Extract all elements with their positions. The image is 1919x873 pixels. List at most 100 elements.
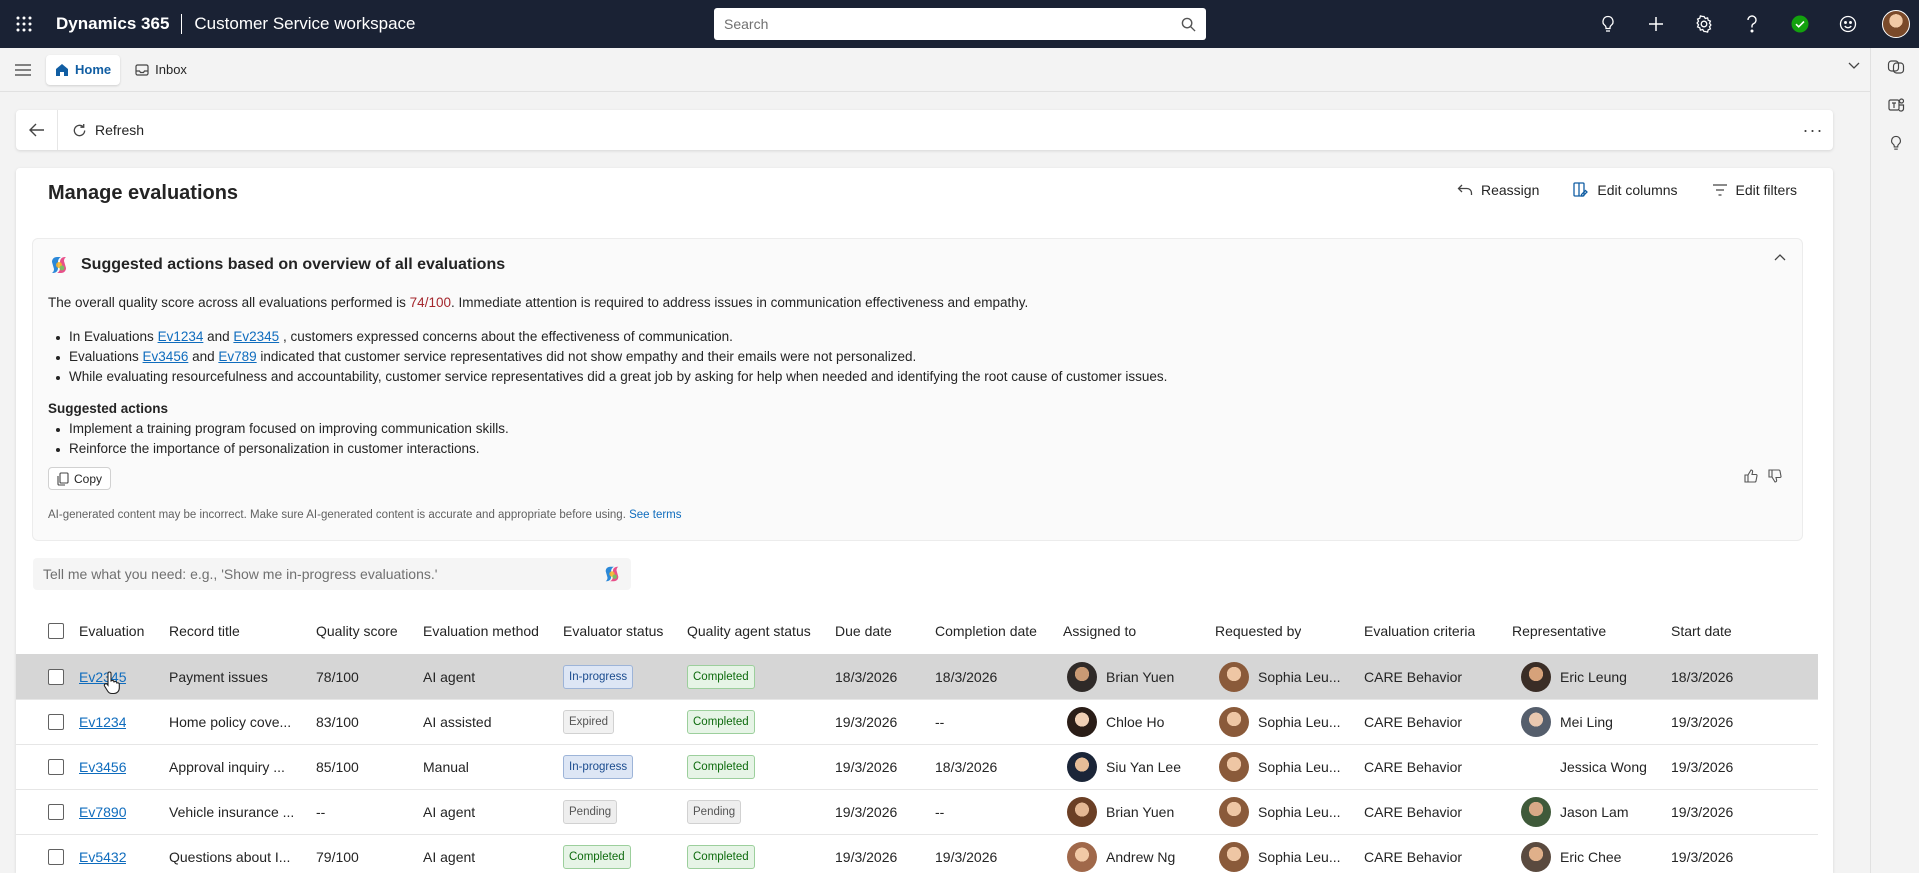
column-header-evaluation-criteria[interactable]: Evaluation criteria <box>1364 608 1475 654</box>
table-row[interactable]: Ev5432 Questions about I... 79/100 AI ag… <box>16 835 1818 873</box>
start-date: 19/3/2026 <box>1671 804 1734 820</box>
column-header-representative[interactable]: Representative <box>1512 608 1606 654</box>
due-date: 18/3/2026 <box>835 669 898 685</box>
column-header-evaluation-method[interactable]: Evaluation method <box>423 608 539 654</box>
tab-inbox[interactable]: Inbox <box>126 55 196 85</box>
evaluator-status-badge: In-progress <box>563 755 634 779</box>
quality-agent-status-badge: Completed <box>687 665 755 689</box>
app-name[interactable]: Dynamics 365 <box>56 14 169 34</box>
finding-text: and <box>203 329 234 344</box>
see-terms-link[interactable]: See terms <box>629 509 681 521</box>
evaluation-id-link[interactable]: Ev1234 <box>79 700 126 744</box>
more-options-button[interactable]: ··· <box>1793 110 1833 150</box>
status-available-icon[interactable] <box>1776 0 1824 48</box>
requested-by: Sophia Leu... <box>1258 714 1341 730</box>
evaluator-status-badge: In-progress <box>563 665 634 689</box>
requested-by: Sophia Leu... <box>1258 759 1341 775</box>
evaluation-id-link[interactable]: Ev3456 <box>79 745 126 789</box>
refresh-label: Refresh <box>95 122 145 138</box>
copy-icon <box>57 471 69 486</box>
title-separator <box>181 14 183 34</box>
requested-by: Sophia Leu... <box>1258 669 1341 685</box>
representative: Jessica Wong <box>1560 759 1647 775</box>
thumbs-up-icon[interactable] <box>1744 469 1758 483</box>
evaluation-id-link[interactable]: Ev5432 <box>79 835 126 873</box>
evaluation-link-ev3456[interactable]: Ev3456 <box>143 349 189 364</box>
natural-language-filter <box>33 558 631 590</box>
thumbs-down-icon[interactable] <box>1768 469 1782 483</box>
completion-date: 18/3/2026 <box>935 669 998 685</box>
column-header-completion-date[interactable]: Completion date <box>935 608 1037 654</box>
table-row[interactable]: Ev1234 Home policy cove... 83/100 AI ass… <box>16 700 1818 745</box>
natural-language-input[interactable] <box>43 566 603 582</box>
row-checkbox[interactable] <box>48 700 64 744</box>
avatar <box>1521 797 1551 827</box>
app-launcher-icon[interactable] <box>0 0 48 48</box>
evaluation-link-ev2345[interactable]: Ev2345 <box>233 329 279 344</box>
evaluation-link-ev789[interactable]: Ev789 <box>218 349 256 364</box>
ai-disclaimer: AI-generated content may be incorrect. M… <box>48 509 682 521</box>
avatar <box>1067 797 1097 827</box>
global-search <box>714 8 1206 40</box>
column-header-start-date[interactable]: Start date <box>1671 608 1732 654</box>
column-header-evaluation[interactable]: Evaluation <box>79 608 144 654</box>
insights-lightbulb-icon[interactable] <box>1871 124 1919 162</box>
copilot-summary-panel: Suggested actions based on overview of a… <box>32 238 1803 541</box>
intro-text: The overall quality score across all eva… <box>48 295 410 310</box>
copy-button[interactable]: Copy <box>48 467 112 490</box>
search-icon[interactable] <box>1181 17 1196 32</box>
edit-filters-button[interactable]: Edit filters <box>1712 182 1797 198</box>
column-header-quality-score[interactable]: Quality score <box>316 608 398 654</box>
requested-by: Sophia Leu... <box>1258 804 1341 820</box>
row-checkbox[interactable] <box>48 835 64 873</box>
row-checkbox[interactable] <box>48 745 64 789</box>
table-row[interactable]: Ev2345 Payment issues 78/100 AI agent In… <box>16 655 1818 700</box>
hamburger-menu-icon[interactable] <box>0 48 46 92</box>
back-button[interactable] <box>16 110 58 150</box>
reassign-label: Reassign <box>1481 182 1540 198</box>
search-input[interactable] <box>724 16 1181 32</box>
reassign-icon <box>1457 184 1473 195</box>
completion-date: 19/3/2026 <box>935 849 998 865</box>
evaluation-method: Manual <box>423 759 469 775</box>
column-header-quality-agent-status[interactable]: Quality agent status <box>687 608 811 654</box>
column-header-due-date[interactable]: Due date <box>835 608 892 654</box>
edit-columns-button[interactable]: Edit columns <box>1573 182 1678 198</box>
start-date: 19/3/2026 <box>1671 714 1734 730</box>
help-icon[interactable] <box>1728 0 1776 48</box>
row-checkbox[interactable] <box>48 655 64 699</box>
lightbulb-icon[interactable] <box>1584 0 1632 48</box>
column-header-record-title[interactable]: Record title <box>169 608 240 654</box>
start-date: 19/3/2026 <box>1671 849 1734 865</box>
chevron-down-icon[interactable] <box>1848 62 1860 70</box>
refresh-button[interactable]: Refresh <box>58 122 158 138</box>
representative: Mei Ling <box>1560 714 1613 730</box>
quality-agent-status-badge: Completed <box>687 845 755 869</box>
row-checkbox[interactable] <box>48 790 64 834</box>
user-profile-avatar[interactable] <box>1872 0 1919 48</box>
plus-icon[interactable] <box>1632 0 1680 48</box>
feedback-smiley-icon[interactable] <box>1824 0 1872 48</box>
evaluation-id-link[interactable]: Ev7890 <box>79 790 126 834</box>
copilot-chat-icon[interactable] <box>1871 48 1919 86</box>
table-row[interactable]: Ev7890 Vehicle insurance ... -- AI agent… <box>16 790 1818 835</box>
evaluation-link-ev1234[interactable]: Ev1234 <box>158 329 204 344</box>
copilot-logo-icon[interactable] <box>603 565 621 583</box>
column-header-assigned-to[interactable]: Assigned to <box>1063 608 1136 654</box>
table-row[interactable]: Ev3456 Approval inquiry ... 85/100 Manua… <box>16 745 1818 790</box>
chevron-up-icon[interactable] <box>1774 253 1786 261</box>
start-date: 18/3/2026 <box>1671 669 1734 685</box>
settings-gear-icon[interactable] <box>1680 0 1728 48</box>
arrow-left-icon <box>28 123 44 137</box>
select-all-checkbox[interactable] <box>48 608 64 654</box>
record-title: Questions about I... <box>169 849 291 865</box>
reassign-button[interactable]: Reassign <box>1457 182 1539 198</box>
evaluation-criteria: CARE Behavior <box>1364 759 1463 775</box>
tab-home[interactable]: Home <box>46 54 121 85</box>
teams-icon[interactable] <box>1871 86 1919 124</box>
column-header-requested-by[interactable]: Requested by <box>1215 608 1301 654</box>
column-header-evaluator-status[interactable]: Evaluator status <box>563 608 663 654</box>
evaluation-criteria: CARE Behavior <box>1364 849 1463 865</box>
completion-date: -- <box>935 714 945 730</box>
quality-score: -- <box>316 804 326 820</box>
